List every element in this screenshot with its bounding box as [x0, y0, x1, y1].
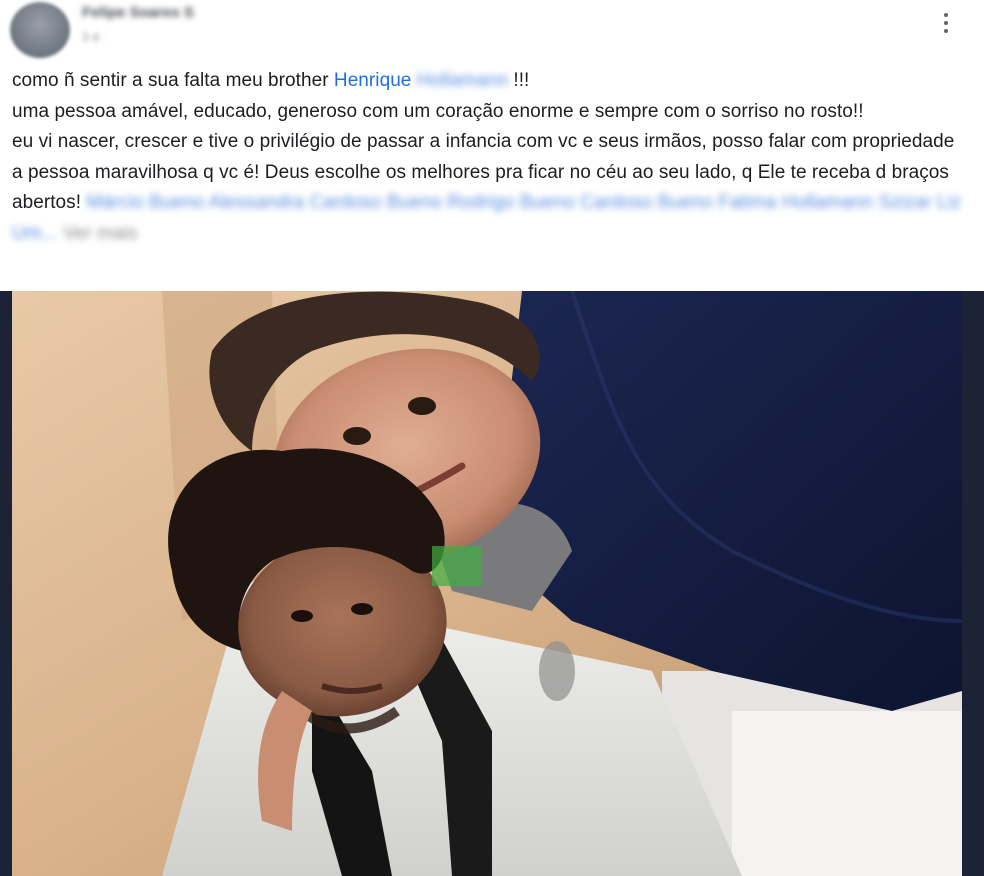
mention-surname[interactable]: Hollamann — [417, 70, 508, 91]
dot-icon — [944, 13, 948, 17]
photo-image — [12, 291, 962, 876]
post-timestamp[interactable]: 3 d · — [82, 30, 106, 44]
post-line-2: uma pessoa amável, educado, generoso com… — [12, 100, 864, 122]
author-name[interactable]: Felipe Soares S — [82, 4, 194, 21]
author-avatar[interactable] — [10, 2, 70, 58]
see-more-link[interactable]: Ver mais — [63, 223, 137, 244]
exclamation: !!! — [508, 70, 530, 91]
post-photo[interactable] — [0, 291, 984, 876]
mention-henrique[interactable]: Henrique — [334, 70, 412, 91]
post-line-3: eu vi nascer, crescer e tive o privilégi… — [12, 127, 962, 249]
post-header: Felipe Soares S 3 d · — [0, 0, 984, 60]
post-line-1: como ñ sentir a sua falta meu brother He… — [12, 66, 962, 97]
post-message: como ñ sentir a sua falta meu brother He… — [12, 66, 962, 249]
dot-icon — [944, 29, 948, 33]
more-options-icon[interactable] — [934, 8, 958, 38]
dot-icon — [944, 21, 948, 25]
post-text-1: como ñ sentir a sua falta meu brother — [12, 70, 329, 91]
tagged-people[interactable]: Márcio Bueno Alessandra Cardoso Bueno Ro… — [12, 192, 961, 244]
